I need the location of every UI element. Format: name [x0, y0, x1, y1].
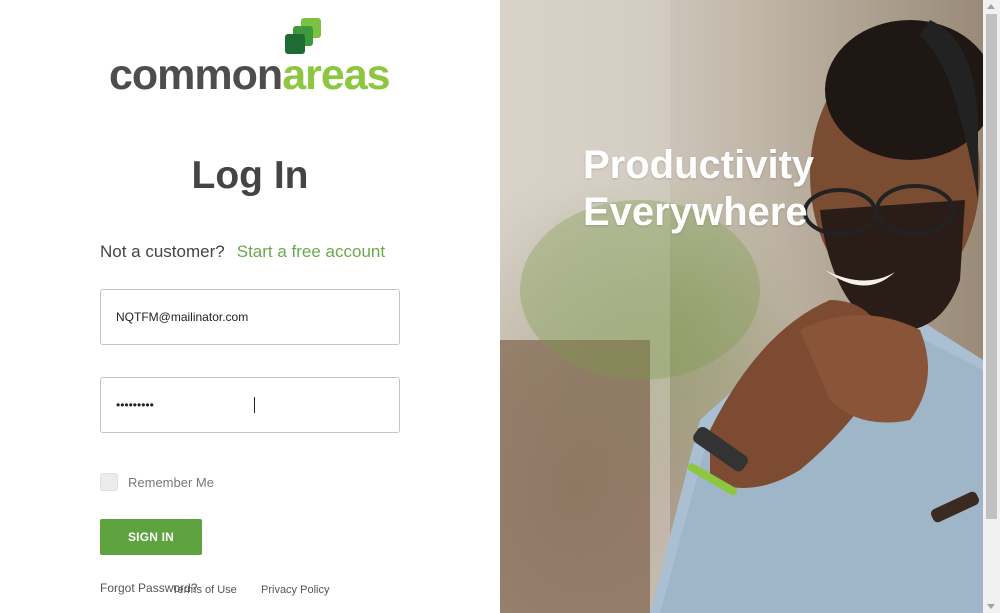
start-free-account-link[interactable]: Start a free account: [237, 242, 385, 261]
email-field[interactable]: [101, 290, 399, 344]
not-customer-text: Not a customer?: [100, 242, 225, 261]
hero-line-2: Everywhere: [583, 190, 808, 234]
scroll-down-arrow-icon[interactable]: [987, 604, 995, 609]
commonareas-logo: commonareas: [109, 17, 399, 97]
sign-in-button[interactable]: SIGN IN: [100, 519, 202, 555]
logo-text-areas: areas: [282, 51, 390, 99]
remember-me-row[interactable]: Remember Me: [100, 473, 214, 493]
password-field[interactable]: [101, 378, 399, 432]
login-panel: commonareas Log In Not a customer? Start …: [0, 0, 500, 613]
hero-photo: [500, 0, 983, 613]
text-caret: [254, 397, 255, 413]
logo-wordmark: commonareas: [109, 54, 391, 97]
hero-panel: Productivity Everywhere: [500, 0, 983, 613]
scrollbar-thumb[interactable]: [986, 14, 997, 519]
email-field-container: [100, 289, 400, 345]
signup-prompt: Not a customer? Start a free account: [100, 242, 385, 262]
remember-me-checkbox[interactable]: [100, 473, 118, 491]
hero-line-1: Productivity: [583, 143, 815, 187]
logo-text-common: common: [109, 51, 283, 99]
privacy-policy-link[interactable]: Privacy Policy: [261, 584, 329, 596]
remember-me-label: Remember Me: [128, 474, 214, 490]
terms-of-use-link[interactable]: Terms of Use: [172, 584, 237, 596]
stacked-squares-logo-icon: [284, 17, 324, 55]
page-title: Log In: [191, 154, 309, 197]
scroll-up-arrow-icon[interactable]: [987, 4, 995, 9]
vertical-scrollbar[interactable]: [983, 0, 1000, 613]
hero-headline: Productivity Everywhere: [583, 142, 814, 236]
password-field-container: [100, 377, 400, 433]
